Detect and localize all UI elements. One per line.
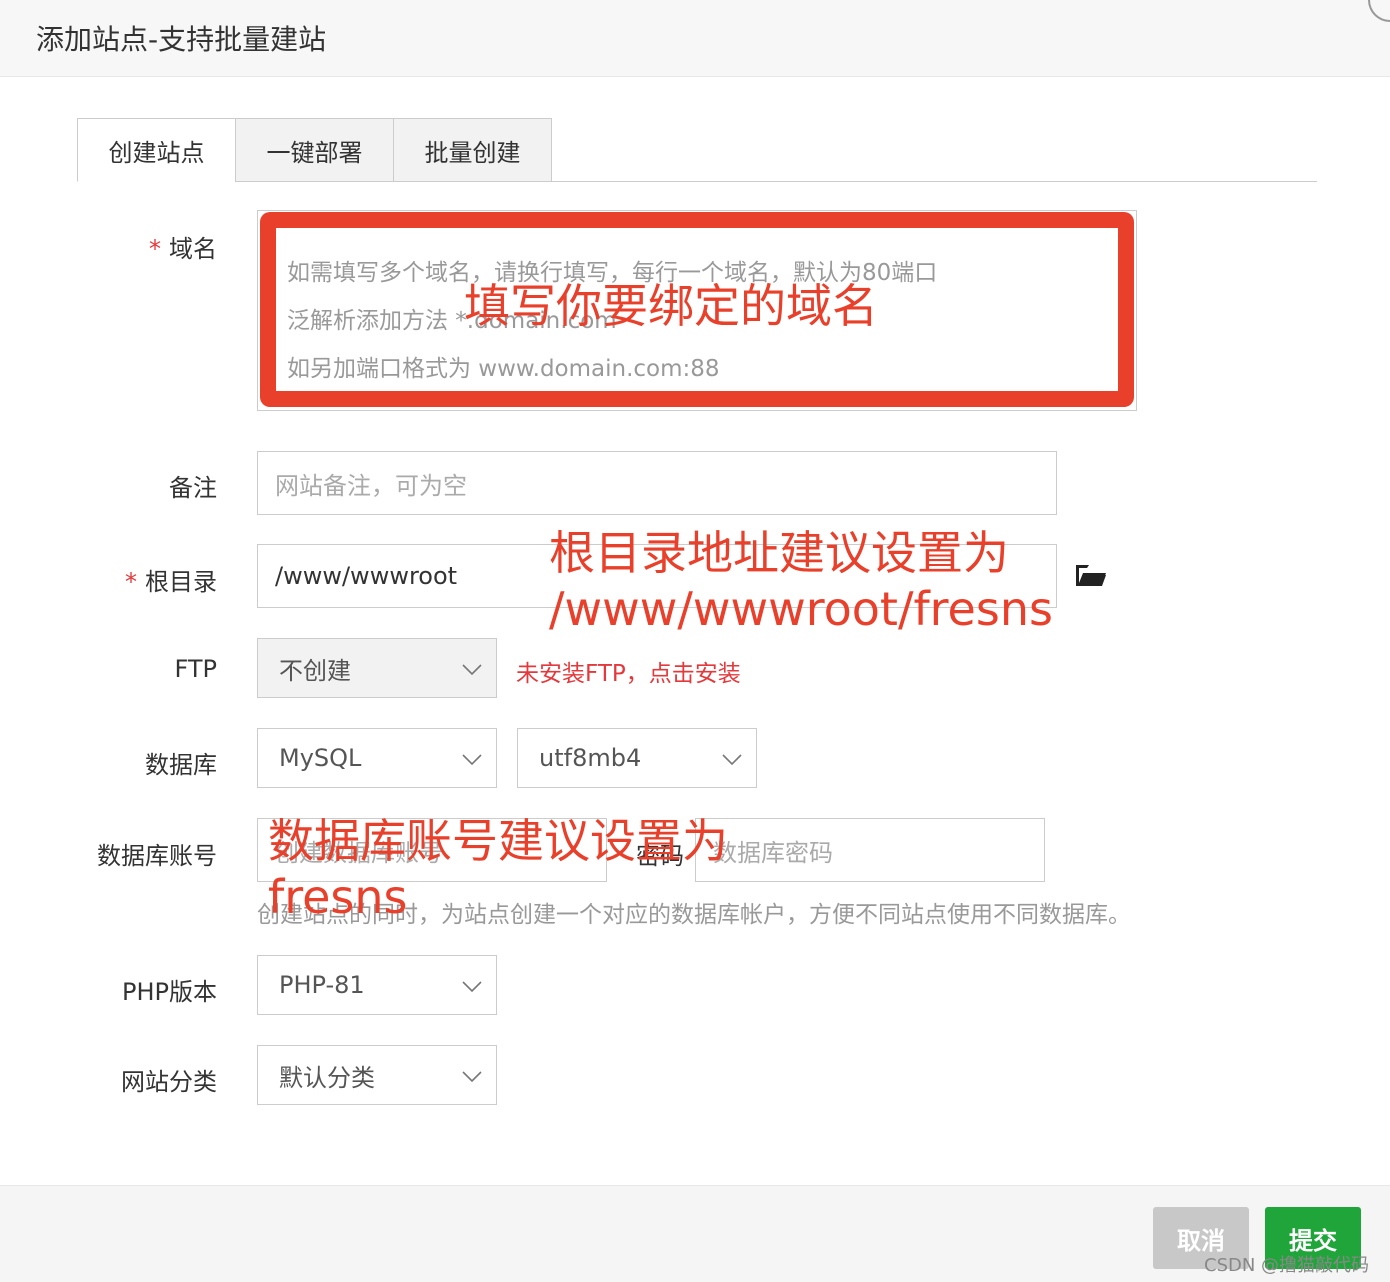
close-corner-icon[interactable] <box>1368 0 1390 22</box>
domain-annotation: 填写你要绑定的域名 <box>464 279 878 333</box>
database-charset-select[interactable]: utf8mb4 <box>517 728 757 788</box>
chevron-down-icon <box>462 754 482 766</box>
root-annotation-line2: /www/wwwroot/fresns <box>549 582 1053 636</box>
category-value: 默认分类 <box>279 1063 375 1092</box>
dialog-title: 添加站点-支持批量建站 <box>36 23 327 56</box>
root-annotation-line1: 根目录地址建议设置为 <box>549 526 1009 580</box>
db-annotation-line1: 数据库账号建议设置为 <box>268 814 728 868</box>
folder-open-icon[interactable] <box>1075 562 1107 588</box>
category-select[interactable]: 默认分类 <box>257 1045 497 1105</box>
required-mark: * <box>125 568 137 596</box>
chevron-down-icon <box>462 981 482 993</box>
database-charset-value: utf8mb4 <box>539 744 642 772</box>
dialog-titlebar: 添加站点-支持批量建站 <box>0 0 1390 77</box>
remark-label: 备注 <box>169 474 217 502</box>
watermark: CSDN @撸猫敲代码 <box>1204 1255 1370 1276</box>
chevron-down-icon <box>722 754 742 766</box>
domain-label: * 域名 <box>149 235 217 263</box>
database-type-select[interactable]: MySQL <box>257 728 497 788</box>
root-label: * 根目录 <box>125 568 217 596</box>
php-version-select[interactable]: PHP-81 <box>257 955 497 1015</box>
db-account-label: 数据库账号 <box>97 842 217 870</box>
required-mark: * <box>149 235 161 263</box>
ftp-install-link[interactable]: 未安装FTP，点击安装 <box>516 654 741 688</box>
db-annotation-line2: fresns <box>268 870 408 924</box>
domain-placeholder-line: 如另加端口格式为 www.domain.com:88 <box>287 356 720 382</box>
tab-one-click-deploy[interactable]: 一键部署 <box>235 118 394 182</box>
database-label: 数据库 <box>145 751 217 779</box>
category-label: 网站分类 <box>121 1068 217 1096</box>
remark-input[interactable]: 网站备注，可为空 <box>257 451 1057 515</box>
tab-batch-create[interactable]: 批量创建 <box>393 118 552 182</box>
tab-create-site[interactable]: 创建站点 <box>77 118 236 182</box>
php-version-value: PHP-81 <box>279 971 365 999</box>
database-type-value: MySQL <box>279 744 362 772</box>
ftp-select[interactable]: 不创建 <box>257 638 497 698</box>
ftp-select-value: 不创建 <box>279 656 351 685</box>
chevron-down-icon <box>462 664 482 676</box>
ftp-label: FTP <box>174 655 217 683</box>
tab-bar: 创建站点 一键部署 批量创建 <box>77 118 1317 182</box>
chevron-down-icon <box>462 1071 482 1083</box>
php-label: PHP版本 <box>122 978 217 1006</box>
db-password-input[interactable]: 数据库密码 <box>695 818 1045 882</box>
